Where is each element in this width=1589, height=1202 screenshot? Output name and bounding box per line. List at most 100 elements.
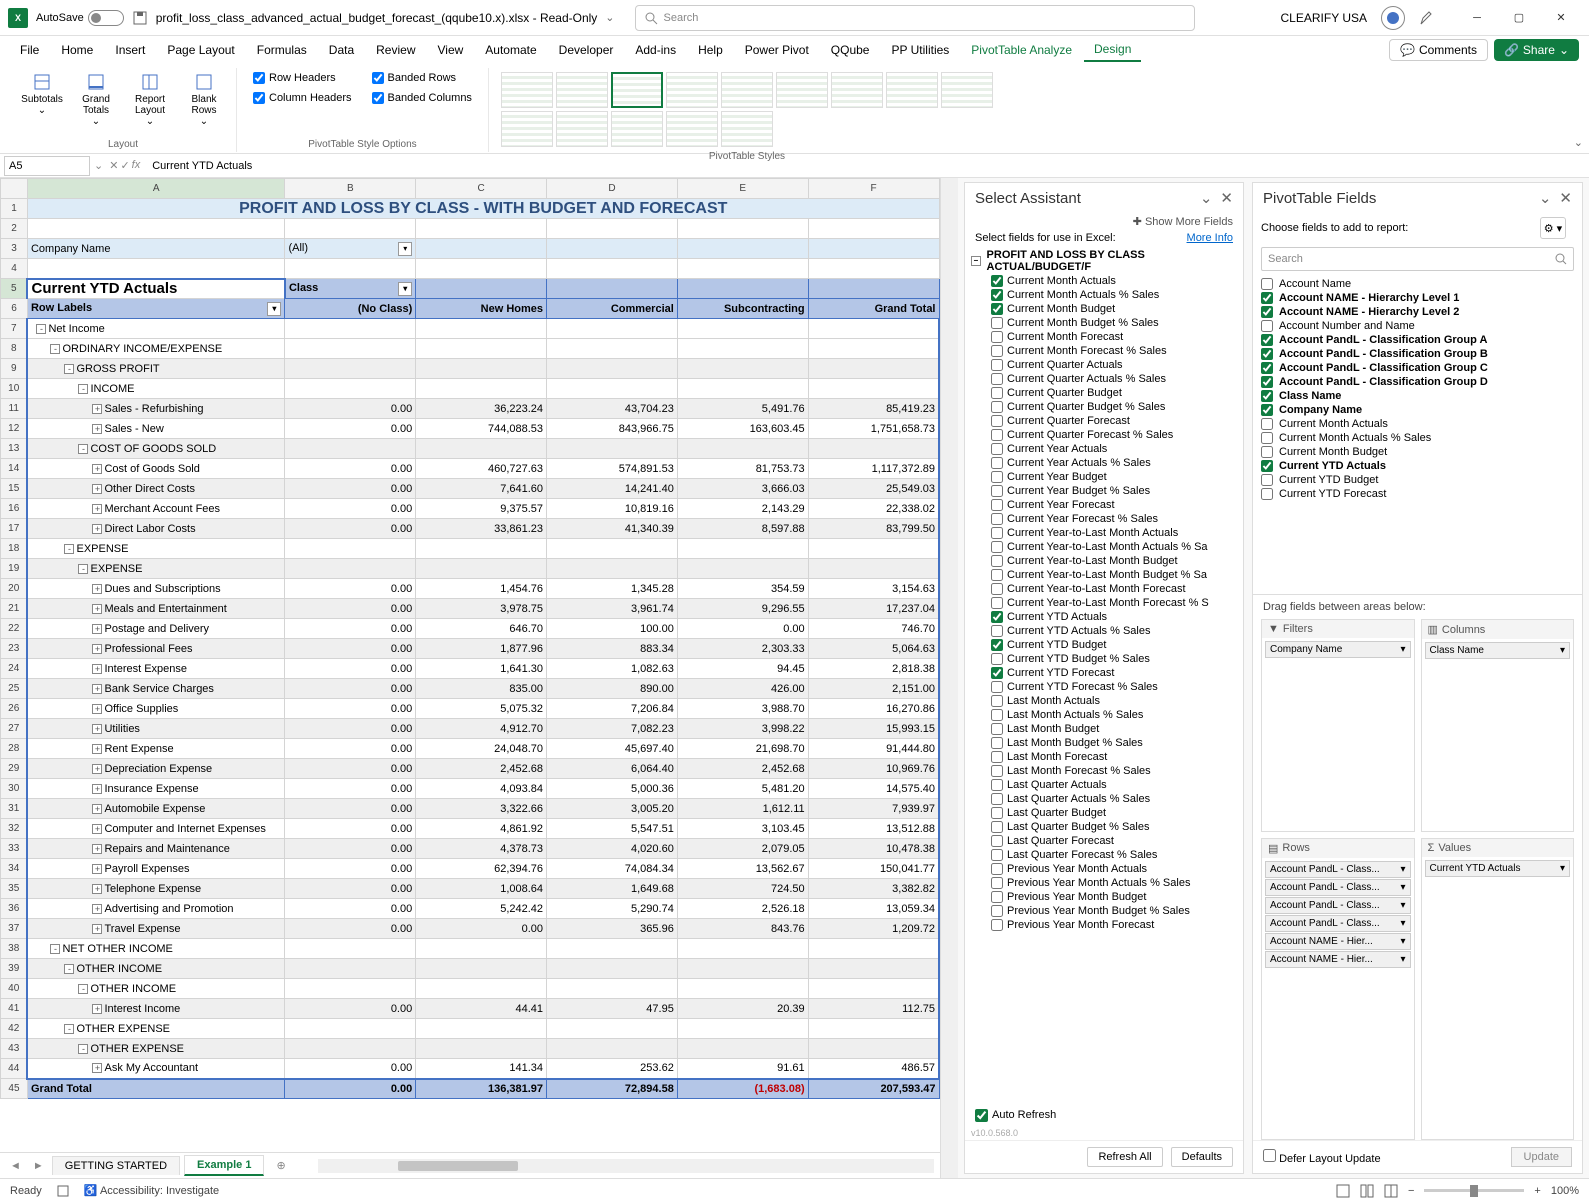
defer-update-check[interactable]: Defer Layout Update	[1263, 1149, 1381, 1165]
col-headers-check[interactable]: Column Headers	[253, 92, 352, 104]
fields-gear-icon[interactable]: ⚙ ▾	[1540, 217, 1566, 239]
expand-icon[interactable]: +	[92, 904, 102, 914]
area-chip[interactable]: Account PandL - Class...▾	[1265, 897, 1411, 914]
expand-icon[interactable]: -	[78, 984, 88, 994]
class-header[interactable]: Class▾	[285, 279, 416, 299]
pen-icon[interactable]	[1419, 10, 1435, 26]
expand-icon[interactable]: +	[92, 784, 102, 794]
banded-rows-check[interactable]: Banded Rows	[372, 72, 472, 84]
expand-icon[interactable]: +	[92, 504, 102, 514]
tab-nav-next[interactable]: ►	[29, 1160, 48, 1172]
pivot-field-item[interactable]: Current Month Actuals % Sales	[1261, 431, 1574, 445]
expand-icon[interactable]: +	[92, 404, 102, 414]
expand-icon[interactable]: +	[92, 604, 102, 614]
field-item[interactable]: Current Quarter Forecast	[971, 414, 1237, 428]
show-more-fields[interactable]: ✚ Show More Fields	[965, 213, 1243, 230]
expand-icon[interactable]: -	[64, 364, 74, 374]
subtotals-button[interactable]: Subtotals⌄	[18, 68, 66, 139]
pivot-field-item[interactable]: Current YTD Actuals	[1261, 459, 1574, 473]
field-item[interactable]: Previous Year Month Actuals	[971, 862, 1237, 876]
pivot-field-item[interactable]: Account PandL - Classification Group A	[1261, 333, 1574, 347]
expand-icon[interactable]: +	[92, 464, 102, 474]
expand-icon[interactable]: +	[92, 844, 102, 854]
expand-icon[interactable]: +	[92, 804, 102, 814]
expand-icon[interactable]: -	[78, 384, 88, 394]
menu-pp-utilities[interactable]: PP Utilities	[881, 39, 959, 61]
menu-help[interactable]: Help	[688, 39, 733, 61]
menu-page-layout[interactable]: Page Layout	[157, 39, 244, 61]
auto-refresh-check[interactable]: Auto Refresh	[965, 1105, 1243, 1126]
field-item[interactable]: Last Month Actuals % Sales	[971, 708, 1237, 722]
field-item[interactable]: Current Month Budget	[971, 302, 1237, 316]
expand-icon[interactable]: +	[92, 704, 102, 714]
field-item[interactable]: Current YTD Actuals % Sales	[971, 624, 1237, 638]
menu-design[interactable]: Design	[1084, 38, 1141, 62]
update-button[interactable]: Update	[1511, 1147, 1572, 1167]
filters-area[interactable]: ▼Filters Company Name▾	[1261, 619, 1415, 832]
field-item[interactable]: Current Month Actuals	[971, 274, 1237, 288]
field-item[interactable]: Last Month Budget	[971, 722, 1237, 736]
field-item[interactable]: Current Year Forecast	[971, 498, 1237, 512]
field-item[interactable]: Current Month Forecast % Sales	[971, 344, 1237, 358]
banded-cols-check[interactable]: Banded Columns	[372, 92, 472, 104]
minimize-button[interactable]: ─	[1457, 4, 1497, 32]
field-item[interactable]: Current Month Actuals % Sales	[971, 288, 1237, 302]
grand-totals-button[interactable]: Grand Totals⌄	[72, 68, 120, 139]
field-item[interactable]: Current Quarter Forecast % Sales	[971, 428, 1237, 442]
field-item[interactable]: Current Year Budget	[971, 470, 1237, 484]
field-root[interactable]: −PROFIT AND LOSS BY CLASS ACTUAL/BUDGET/…	[971, 248, 1237, 274]
field-item[interactable]: Previous Year Month Actuals % Sales	[971, 876, 1237, 890]
menu-insert[interactable]: Insert	[105, 39, 155, 61]
field-item[interactable]: Current Quarter Budget % Sales	[971, 400, 1237, 414]
expand-icon[interactable]: +	[92, 724, 102, 734]
ribbon-collapse-icon[interactable]: ⌄	[1574, 136, 1583, 149]
expand-icon[interactable]: +	[92, 584, 102, 594]
field-item[interactable]: Last Quarter Forecast	[971, 834, 1237, 848]
area-chip[interactable]: Class Name▾	[1425, 642, 1571, 659]
horizontal-scrollbar[interactable]	[318, 1159, 934, 1173]
filename[interactable]: profit_loss_class_advanced_actual_budget…	[156, 11, 598, 25]
styles-gallery[interactable]	[497, 68, 997, 151]
menu-file[interactable]: File	[10, 39, 49, 61]
tab-example-1[interactable]: Example 1	[184, 1155, 264, 1176]
pivot-field-item[interactable]: Account PandL - Classification Group B	[1261, 347, 1574, 361]
fx-confirm-icon[interactable]: ✓	[120, 159, 129, 172]
menu-formulas[interactable]: Formulas	[247, 39, 317, 61]
name-box-dropdown[interactable]: ⌄	[94, 159, 103, 172]
field-item[interactable]: Current Year Actuals	[971, 442, 1237, 456]
save-icon[interactable]	[132, 10, 148, 26]
field-item[interactable]: Last Quarter Budget	[971, 806, 1237, 820]
field-item[interactable]: Last Month Forecast % Sales	[971, 764, 1237, 778]
field-item[interactable]: Previous Year Month Budget	[971, 890, 1237, 904]
fx-cancel-icon[interactable]: ✕	[109, 159, 118, 172]
defaults-button[interactable]: Defaults	[1171, 1147, 1233, 1167]
report-layout-button[interactable]: Report Layout⌄	[126, 68, 174, 139]
fx-icon[interactable]: fx	[132, 159, 141, 172]
blank-rows-button[interactable]: Blank Rows⌄	[180, 68, 228, 139]
field-item[interactable]: Current YTD Forecast	[971, 666, 1237, 680]
expand-icon[interactable]: +	[92, 1004, 102, 1014]
field-item[interactable]: Current YTD Budget % Sales	[971, 652, 1237, 666]
user-name[interactable]: CLEARIFY USA	[1281, 11, 1367, 25]
expand-icon[interactable]: -	[50, 344, 60, 354]
expand-icon[interactable]: +	[92, 664, 102, 674]
field-item[interactable]: Current Month Budget % Sales	[971, 316, 1237, 330]
values-area[interactable]: ΣValues Current YTD Actuals▾	[1421, 838, 1575, 1141]
menu-add-ins[interactable]: Add-ins	[625, 39, 686, 61]
panel2-close-icon[interactable]: ✕	[1559, 189, 1572, 207]
pivot-field-item[interactable]: Account PandL - Classification Group C	[1261, 361, 1574, 375]
fields-search[interactable]: Search	[1261, 247, 1574, 271]
pivot-field-item[interactable]: Current Month Budget	[1261, 445, 1574, 459]
search-box[interactable]: Search	[635, 5, 1195, 31]
expand-icon[interactable]: -	[36, 324, 46, 334]
field-item[interactable]: Last Quarter Budget % Sales	[971, 820, 1237, 834]
pivot-field-item[interactable]: Account Number and Name	[1261, 319, 1574, 333]
pivot-field-item[interactable]: Account NAME - Hierarchy Level 1	[1261, 291, 1574, 305]
expand-icon[interactable]: +	[92, 644, 102, 654]
field-item[interactable]: Last Month Actuals	[971, 694, 1237, 708]
pivot-field-item[interactable]: Current YTD Forecast	[1261, 487, 1574, 501]
area-chip[interactable]: Account PandL - Class...▾	[1265, 861, 1411, 878]
menu-qqube[interactable]: QQube	[821, 39, 880, 61]
field-item[interactable]: Current Year-to-Last Month Actuals	[971, 526, 1237, 540]
field-item[interactable]: Current Month Forecast	[971, 330, 1237, 344]
